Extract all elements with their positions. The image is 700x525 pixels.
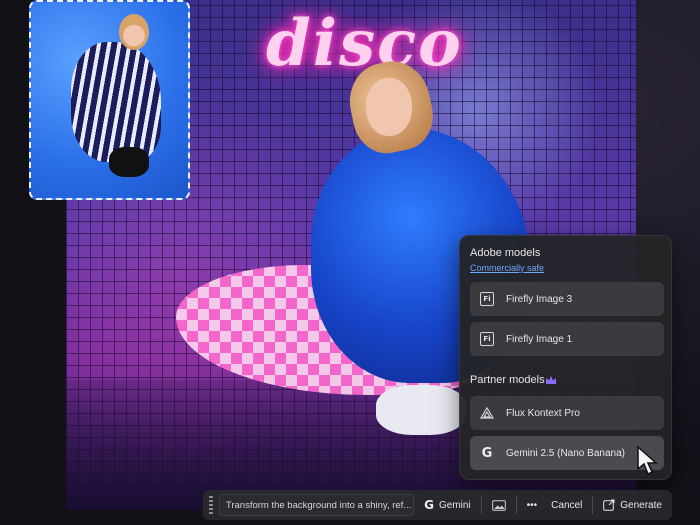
firefly-icon: Fi bbox=[480, 332, 494, 346]
more-icon: ••• bbox=[526, 499, 538, 511]
reference-image-thumbnail[interactable] bbox=[29, 0, 190, 200]
model-option-label: Firefly Image 3 bbox=[506, 293, 573, 305]
drag-handle[interactable] bbox=[209, 496, 213, 514]
cancel-label: Cancel bbox=[551, 499, 583, 511]
thumb-figure-head bbox=[119, 14, 149, 50]
figure-face bbox=[366, 78, 412, 136]
model-option-label: Firefly Image 1 bbox=[506, 333, 573, 345]
crown-icon bbox=[546, 376, 556, 384]
model-option-label: Gemini 2.5 (Nano Banana) bbox=[506, 447, 625, 459]
cancel-button[interactable]: Cancel bbox=[547, 494, 586, 516]
divider bbox=[515, 496, 517, 514]
divider bbox=[592, 496, 594, 514]
more-options-button[interactable]: ••• bbox=[523, 494, 542, 516]
adobe-models-heading: Adobe models bbox=[470, 247, 541, 259]
prompt-bar: Transform the background into a shiny, r… bbox=[203, 490, 672, 520]
model-option-firefly-image-1[interactable]: Fi Firefly Image 1 bbox=[470, 322, 664, 356]
model-option-label: Flux Kontext Pro bbox=[506, 407, 580, 419]
commercially-safe-link[interactable]: Commercially safe bbox=[470, 263, 544, 273]
flux-triangle-icon bbox=[480, 406, 494, 420]
partner-models-heading: Partner models bbox=[470, 374, 545, 386]
app-stage: disco Adobe models Commercially safe Fi … bbox=[0, 0, 700, 525]
divider bbox=[480, 496, 482, 514]
thumb-figure-body bbox=[71, 42, 161, 162]
generate-button[interactable]: Generate bbox=[599, 494, 666, 516]
prompt-input[interactable]: Transform the background into a shiny, r… bbox=[218, 494, 415, 516]
model-option-firefly-image-3[interactable]: Fi Firefly Image 3 bbox=[470, 282, 664, 316]
reference-image-button[interactable] bbox=[488, 494, 510, 516]
google-g-icon: G bbox=[424, 498, 435, 512]
mouse-cursor-icon bbox=[637, 445, 658, 476]
model-option-gemini-2-5[interactable]: G Gemini 2.5 (Nano Banana) bbox=[470, 436, 664, 470]
generate-icon bbox=[603, 499, 615, 511]
model-selector-label: Gemini bbox=[439, 499, 471, 511]
generate-label: Generate bbox=[620, 499, 662, 511]
firefly-icon: Fi bbox=[480, 292, 494, 306]
google-g-icon: G bbox=[481, 445, 493, 461]
model-picker-panel: Adobe models Commercially safe Fi Firefl… bbox=[459, 235, 672, 480]
figure-boot bbox=[376, 385, 466, 435]
model-option-flux-kontext-pro[interactable]: Flux Kontext Pro bbox=[470, 396, 664, 430]
thumb-figure-boot bbox=[109, 147, 149, 177]
image-icon bbox=[491, 499, 506, 511]
model-selector-button[interactable]: G Gemini bbox=[420, 494, 475, 516]
